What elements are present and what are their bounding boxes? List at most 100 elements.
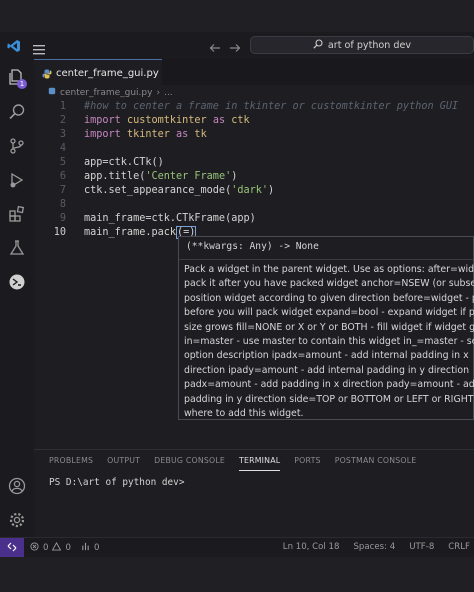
testing-flask-icon[interactable] [8,239,26,261]
code-token: ctk.set_appearance_mode( [84,185,232,196]
remote-icon [7,542,17,555]
line-number: 4 [59,143,66,154]
remote-indicator[interactable] [0,538,24,558]
status-right: Ln 10, Col 18 Spaces: 4 UTF-8 CRLF [283,542,470,552]
python-file-icon [42,64,52,83]
remote-explorer-icon[interactable] [8,273,26,295]
line-number: 6 [59,171,66,182]
hover-signature: (**kwargs: Any) -> None [186,241,319,252]
panel-tab-ports[interactable]: PORTS [294,456,320,470]
activity-bar: 1 [0,59,35,537]
editor-tab-row: center_frame_gui.py [34,59,474,86]
extensions-icon[interactable] [8,205,26,227]
line-text[interactable]: main_frame=ctk.CTkFrame(app) [84,212,256,226]
status-bar: 0 0 0 Ln 10, Col 18 Spaces: 4 UTF-8 CRLF [0,537,474,558]
panel-tab-postman-console[interactable]: POSTMAN CONSOLE [335,456,417,470]
settings-gear-icon[interactable] [8,511,26,533]
code-token: 'dark' [231,185,269,196]
code-line[interactable]: 1 #how to center a frame in tkinter or cu… [34,100,474,114]
ports-count: 0 [93,543,100,553]
end-of-line[interactable]: CRLF [448,542,470,552]
code-line[interactable]: 9 main_frame=ctk.CTkFrame(app) [34,212,474,226]
line-text[interactable]: import tkinter as tk [84,128,207,142]
panel-tab-problems[interactable]: PROBLEMS [49,456,93,470]
line-number: 3 [59,129,66,140]
bottom-panel: PROBLEMS OUTPUT DEBUG CONSOLE TERMINAL PORTS… [34,449,474,538]
nav-forward-icon[interactable] [229,39,241,58]
code-token: tkinter [120,129,177,140]
code-token: app=ctk.CTk() [84,157,164,168]
breadcrumb-separator: › [156,87,161,98]
line-number: 9 [59,213,66,224]
code-token: ) [231,171,238,182]
code-token: tk [188,129,207,140]
line-text[interactable]: app.title('Center Frame') [84,170,237,184]
ports-icon [81,542,90,554]
panel-tab-terminal[interactable]: TERMINAL [239,456,281,471]
panel-tab-debug-console[interactable]: DEBUG CONSOLE [154,456,225,470]
warning-count: 0 [65,543,71,553]
code-token: #how to center a frame in tkinter or cus… [84,101,459,112]
status-problems[interactable]: 0 0 0 [30,541,100,554]
editor-tab-center-frame-gui[interactable]: center_frame_gui.py [34,59,162,86]
line-text[interactable]: app=ctk.CTk() [84,156,164,170]
search-sidebar-icon[interactable] [8,103,26,125]
source-control-icon[interactable] [8,137,26,159]
run-debug-icon[interactable] [8,171,26,193]
hover-divider [179,259,473,260]
code-token: 'Center Frame' [145,171,232,182]
code-token: main_frame=ctk.CTkFrame(app) [84,213,256,224]
hover-tooltip: (**kwargs: Any) -> None Pack a widget in… [178,236,474,420]
line-number: 10 [53,227,66,238]
menu-icon[interactable] [33,40,45,59]
hover-doc-line: pack it after you have packed widget anc… [184,278,474,290]
breadcrumb-more[interactable]: ... [164,88,173,98]
terminal-prompt[interactable]: PS D:\art of python dev> [49,477,184,488]
account-icon[interactable] [8,477,26,499]
line-number: 1 [59,101,66,112]
line-number: 7 [59,185,66,196]
code-line[interactable]: 3 import tkinter as tk [34,128,474,142]
code-token: import [84,129,121,140]
line-number: 8 [59,199,66,210]
explorer-badge: 1 [17,79,27,89]
code-line[interactable]: 4 [34,142,474,156]
code-token: as [176,129,189,140]
hover-doc-line: in=master - use master to contain this w… [184,336,474,348]
breadcrumb: center_frame_gui.py › ... [48,87,173,98]
code-token: as [212,115,226,126]
panel-tabs: PROBLEMS OUTPUT DEBUG CONSOLE TERMINAL PORTS… [49,456,430,471]
code-token: customtkinter [120,115,213,126]
cursor-position[interactable]: Ln 10, Col 18 [283,542,340,552]
hover-doc-line: option description ipadx=amount - add in… [184,350,469,362]
line-number: 2 [59,115,66,126]
error-icon [30,542,39,554]
line-number: 5 [59,157,66,168]
code-token: ctk [225,115,250,126]
code-line[interactable]: 2 import customtkinter as ctk [34,114,474,128]
code-line[interactable]: 5 app=ctk.CTk() [34,156,474,170]
code-line[interactable]: 6 app.title('Center Frame') [34,170,474,184]
python-file-icon-small [48,87,56,98]
hover-doc-line: before you will pack widget expand=bool … [184,307,474,319]
code-line[interactable]: 8 [34,198,474,212]
breadcrumb-file[interactable]: center_frame_gui.py [60,88,152,98]
line-text[interactable]: ctk.set_appearance_mode('dark') [84,184,274,198]
code-line[interactable]: 7 ctk.set_appearance_mode('dark') [34,184,474,198]
indentation[interactable]: Spaces: 4 [353,542,395,552]
hover-doc-line: direction ipady=amount - add internal pa… [184,364,470,376]
line-text[interactable]: #how to center a frame in tkinter or cus… [84,100,458,114]
line-text[interactable]: import customtkinter as ctk [84,114,250,128]
nav-back-icon[interactable] [209,39,221,58]
code-token: main_frame.pack [84,227,177,238]
hover-doc-line: position widget according to given direc… [184,292,474,304]
warning-icon [52,541,62,554]
hover-documentation: Pack a widget in the parent widget. Use … [184,263,474,421]
error-count: 0 [43,543,49,553]
hover-doc-line: Pack a widget in the parent widget. Use … [184,264,474,275]
hover-doc-line: size grows fill=NONE or X or Y or BOTH -… [184,321,474,333]
panel-tab-output[interactable]: OUTPUT [107,456,140,470]
bottom-background [0,557,474,592]
command-center-search[interactable]: art of python dev [250,36,474,54]
encoding[interactable]: UTF-8 [409,542,434,552]
